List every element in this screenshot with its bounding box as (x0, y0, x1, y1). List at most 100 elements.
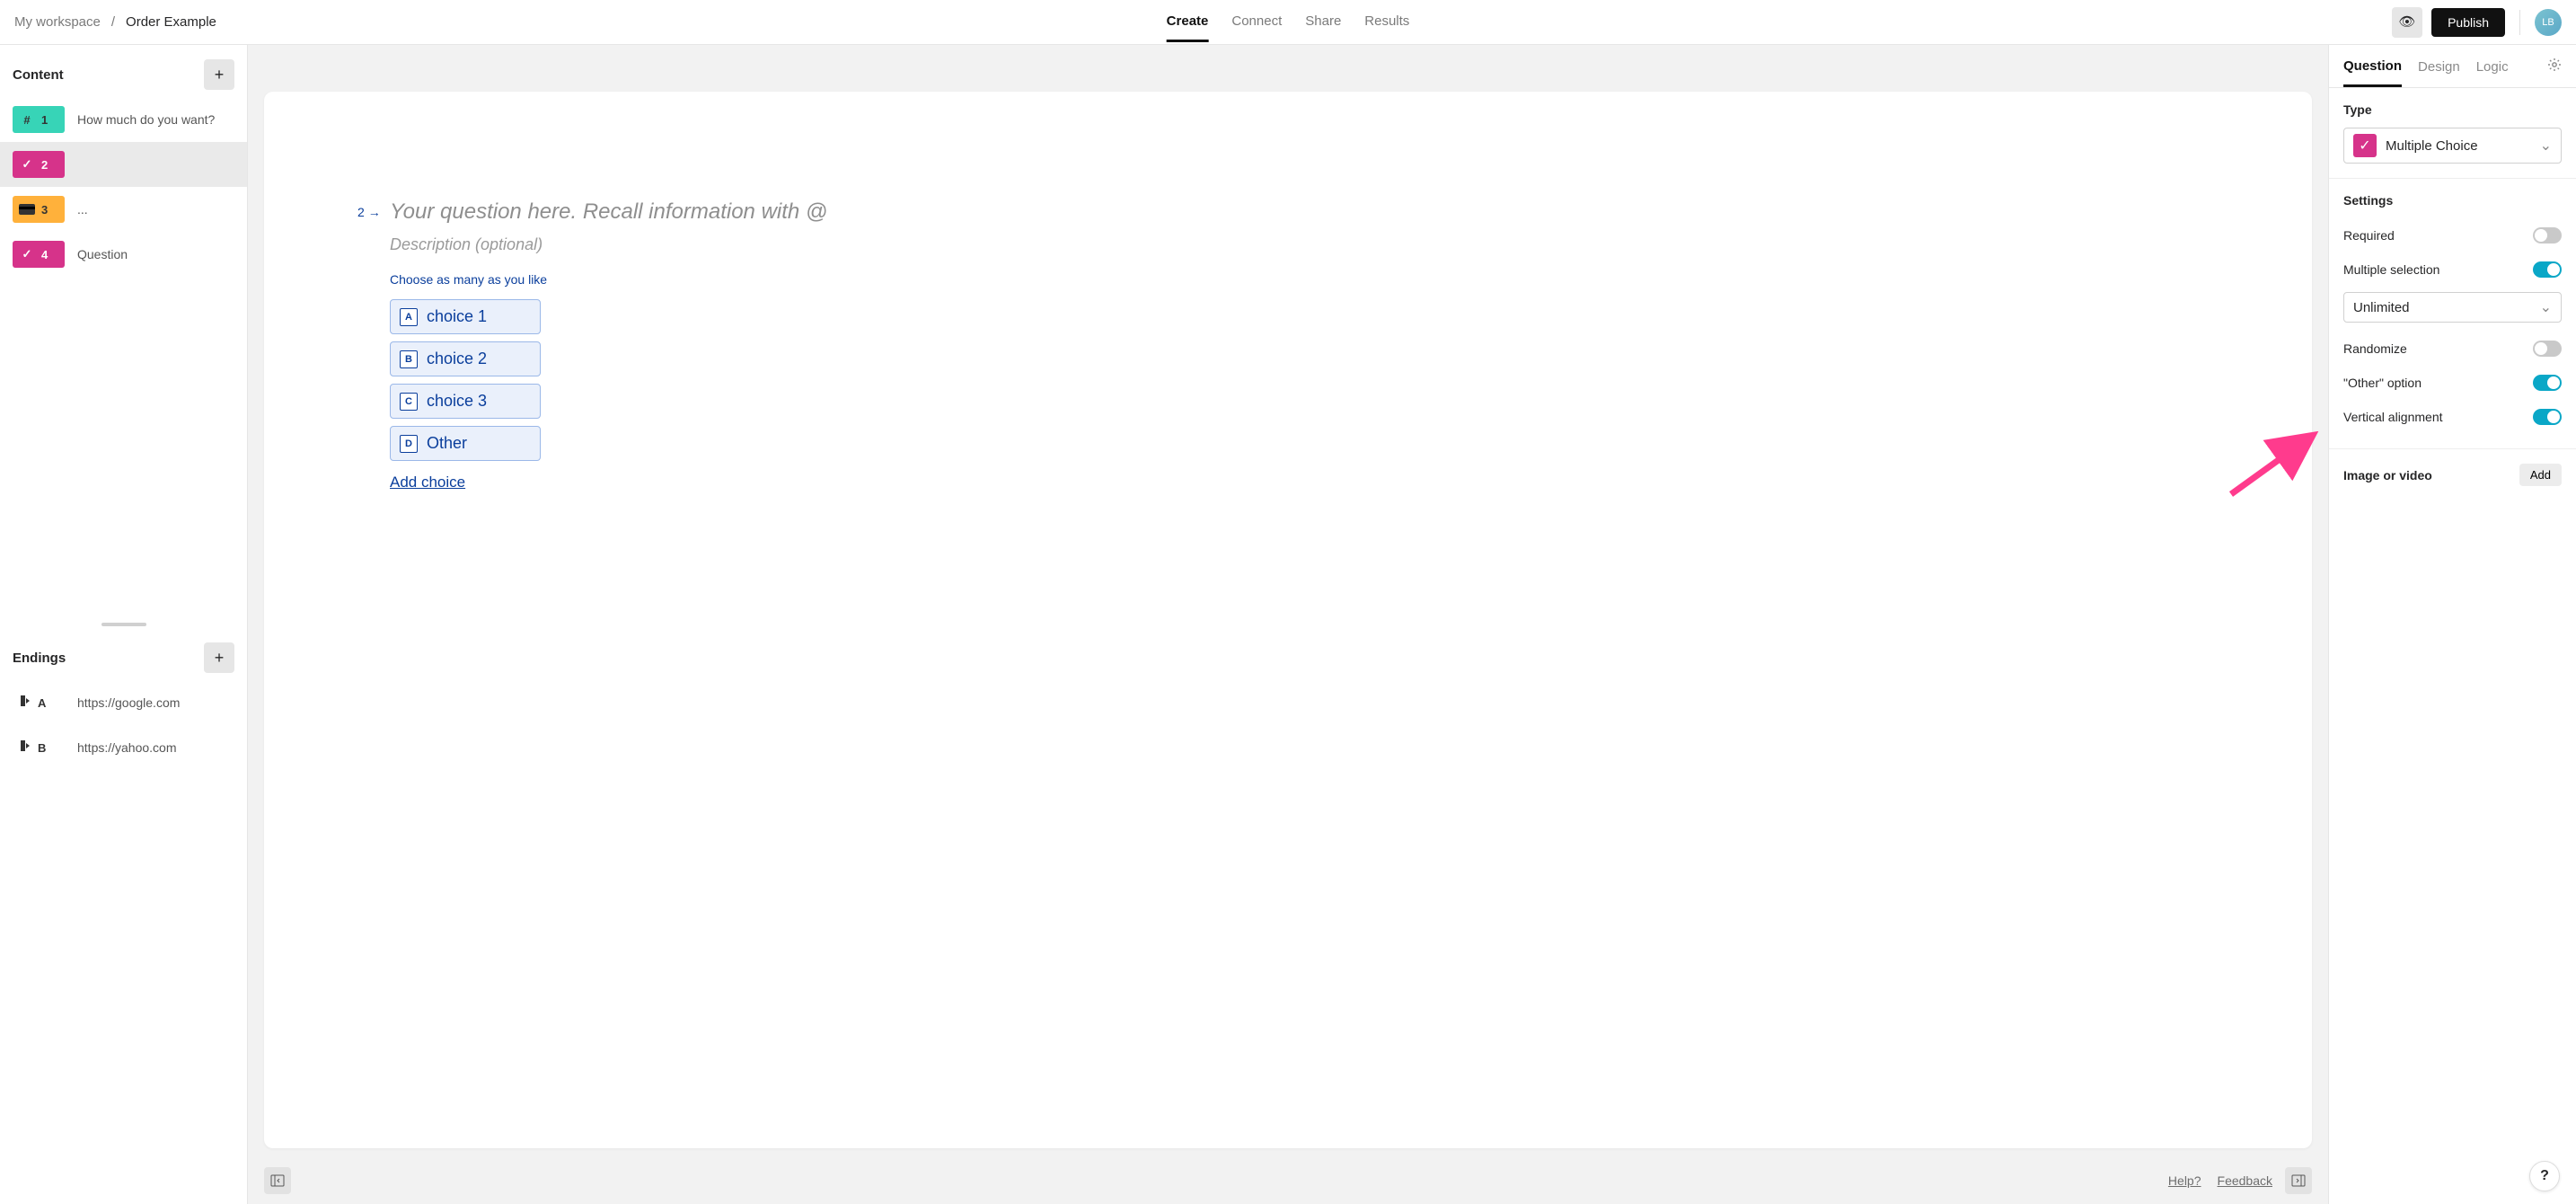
choice-a[interactable]: A choice 1 (390, 299, 541, 334)
setting-randomize: Randomize (2343, 332, 2562, 366)
resize-handle[interactable] (0, 621, 247, 628)
top-bar: My workspace / Order Example Create Conn… (0, 0, 2576, 45)
choice-b[interactable]: B choice 2 (390, 341, 541, 376)
choice-key: A (400, 308, 418, 326)
publish-button[interactable]: Publish (2431, 8, 2505, 37)
avatar[interactable]: LB (2535, 9, 2562, 36)
ending-letter: B (38, 741, 46, 755)
tab-question[interactable]: Question (2343, 58, 2402, 87)
arrow-right-icon: → (368, 205, 381, 219)
item-label: Question (77, 247, 128, 261)
setting-multiple-selection: Multiple selection (2343, 252, 2562, 287)
check-icon: ✓ (2353, 134, 2377, 157)
choice-text[interactable]: choice 2 (427, 350, 487, 368)
question-number: 2 → (357, 205, 381, 219)
tab-design[interactable]: Design (2418, 59, 2460, 85)
plus-icon: + (215, 649, 225, 668)
ending-badge: B (13, 734, 65, 761)
toggle-vertical-alignment[interactable] (2533, 409, 2562, 425)
content-item-2[interactable]: ✓ 2 (0, 142, 247, 187)
left-sidebar: Content + # 1 How much do you want? ✓ 2 (0, 45, 248, 1204)
setting-required: Required (2343, 218, 2562, 252)
divider (2519, 10, 2520, 35)
choice-text[interactable]: choice 3 (427, 392, 487, 411)
canvas: 2 → Your question here. Recall informati… (248, 45, 2328, 1204)
tab-results[interactable]: Results (1364, 3, 1409, 42)
content-list: # 1 How much do you want? ✓ 2 3 (0, 97, 247, 621)
content-title: Content (13, 67, 64, 83)
feedback-link[interactable]: Feedback (2218, 1173, 2272, 1188)
canvas-footer: Help? Feedback (248, 1164, 2328, 1204)
question-type-select[interactable]: ✓ Multiple Choice ⌄ (2343, 128, 2562, 164)
toggle-randomize[interactable] (2533, 341, 2562, 357)
breadcrumb-workspace[interactable]: My workspace (14, 14, 101, 30)
choices-list: A choice 1 B choice 2 C choice 3 D Other (390, 299, 541, 461)
card-icon (18, 204, 36, 215)
redirect-icon (18, 739, 32, 757)
number-question-badge: # 1 (13, 106, 65, 133)
choice-key: D (400, 435, 418, 453)
question-title-input[interactable]: Your question here. Recall information w… (390, 199, 1072, 225)
item-label: How much do you want? (77, 112, 215, 127)
type-section: Type ✓ Multiple Choice ⌄ (2329, 88, 2576, 179)
choice-key: B (400, 350, 418, 368)
toggle-multiple-selection[interactable] (2533, 261, 2562, 278)
help-fab[interactable]: ? (2529, 1161, 2560, 1191)
top-right-tools: Publish LB (2392, 7, 2562, 38)
item-number: 2 (41, 158, 48, 172)
item-number: 3 (41, 203, 48, 217)
setting-label: Vertical alignment (2343, 410, 2443, 424)
choice-hint: Choose as many as you like (390, 272, 1072, 287)
hash-icon: # (18, 113, 36, 127)
top-tabs: Create Connect Share Results (1167, 3, 1410, 42)
setting-other-option: "Other" option (2343, 366, 2562, 400)
choice-text[interactable]: Other (427, 434, 467, 453)
ending-item-a[interactable]: A https://google.com (0, 680, 247, 725)
settings-gear-button[interactable] (2547, 58, 2562, 87)
question-type-value: Multiple Choice (2386, 138, 2531, 154)
redirect-icon (18, 694, 32, 712)
add-ending-button[interactable]: + (204, 642, 234, 673)
settings-label: Settings (2343, 193, 2562, 208)
setting-label: Randomize (2343, 341, 2407, 356)
right-panel: Question Design Logic Type ✓ Multiple Ch… (2328, 45, 2576, 1204)
endings-section-header: Endings + (0, 628, 247, 680)
content-item-3[interactable]: 3 ... (0, 187, 247, 232)
question-number-text: 2 (357, 205, 365, 219)
collapse-left-panel-button[interactable] (264, 1167, 291, 1194)
media-section: Image or video Add (2329, 449, 2576, 500)
ending-badge: A (13, 689, 65, 716)
add-media-button[interactable]: Add (2519, 464, 2562, 486)
selection-limit-select[interactable]: Unlimited ⌄ (2343, 292, 2562, 323)
ending-item-b[interactable]: B https://yahoo.com (0, 725, 247, 770)
tab-share[interactable]: Share (1305, 3, 1341, 42)
plus-icon: + (215, 66, 225, 84)
collapse-right-panel-button[interactable] (2285, 1167, 2312, 1194)
media-label: Image or video (2343, 468, 2432, 482)
question-description-input[interactable]: Description (optional) (390, 235, 1072, 254)
toggle-required[interactable] (2533, 227, 2562, 243)
breadcrumb-form-name[interactable]: Order Example (126, 14, 216, 30)
panel-right-icon (2291, 1173, 2306, 1188)
endings-title: Endings (13, 651, 66, 666)
ending-label: https://yahoo.com (77, 740, 177, 755)
content-item-1[interactable]: # 1 How much do you want? (0, 97, 247, 142)
help-link[interactable]: Help? (2168, 1173, 2201, 1188)
tab-create[interactable]: Create (1167, 3, 1209, 42)
toggle-other-option[interactable] (2533, 375, 2562, 391)
setting-label: "Other" option (2343, 376, 2422, 390)
content-item-4[interactable]: ✓ 4 Question (0, 232, 247, 277)
tab-logic[interactable]: Logic (2476, 59, 2509, 85)
footer-links: Help? Feedback (2168, 1173, 2272, 1188)
add-choice-link[interactable]: Add choice (390, 474, 1072, 491)
tab-connect[interactable]: Connect (1231, 3, 1282, 42)
choice-c[interactable]: C choice 3 (390, 384, 541, 419)
right-panel-tabs: Question Design Logic (2329, 45, 2576, 88)
choice-text[interactable]: choice 1 (427, 307, 487, 326)
multiple-choice-badge: ✓ 2 (13, 151, 65, 178)
choice-d-other[interactable]: D Other (390, 426, 541, 461)
add-content-button[interactable]: + (204, 59, 234, 90)
type-label: Type (2343, 102, 2562, 117)
preview-button[interactable] (2392, 7, 2422, 38)
payment-badge: 3 (13, 196, 65, 223)
